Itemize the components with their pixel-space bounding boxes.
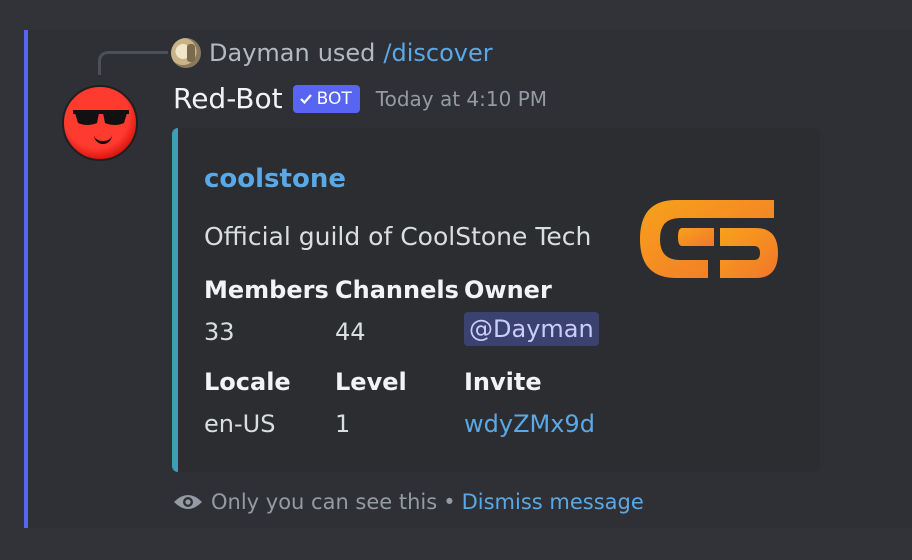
owner-mention[interactable]: @Dayman (464, 312, 599, 346)
ephemeral-notice: Only you can see this • Dismiss message (173, 490, 644, 514)
eye-icon (174, 495, 202, 509)
embed-description: Official guild of CoolStone Tech (204, 222, 592, 251)
field-level: Level 1 (335, 368, 407, 438)
server-info-embed: coolstone Official guild of CoolStone Te… (172, 128, 820, 472)
bot-avatar[interactable] (62, 85, 138, 161)
field-channels: Channels 44 (335, 276, 459, 346)
field-name: Locale (204, 368, 291, 396)
reply-username[interactable]: Dayman (209, 39, 310, 67)
chat-background (0, 0, 912, 30)
field-owner: Owner @Dayman (464, 276, 599, 346)
sunglasses-icon (73, 110, 129, 125)
reply-connector (98, 51, 168, 75)
message-header: Red-Bot BOT Today at 4:10 PM (173, 82, 547, 115)
reply-user-avatar[interactable] (171, 38, 201, 68)
field-invite: Invite wdyZMx9d (464, 368, 595, 438)
slash-command-name[interactable]: /discover (383, 39, 492, 67)
embed-title[interactable]: coolstone (204, 164, 346, 194)
field-value: en-US (204, 410, 276, 438)
invite-link[interactable]: wdyZMx9d (464, 410, 595, 438)
coolstone-logo-icon[interactable] (636, 194, 782, 284)
verified-check-icon (299, 93, 312, 104)
field-value-wrap: @Dayman (464, 312, 599, 346)
field-value: 1 (335, 410, 351, 438)
field-name: Owner (464, 276, 552, 304)
separator-dot: • (443, 490, 456, 514)
ephemeral-text: Only you can see this (211, 490, 438, 514)
avatar-smile (94, 133, 112, 144)
reply-used-text: used (317, 39, 376, 67)
dismiss-message-link[interactable]: Dismiss message (462, 490, 644, 514)
field-value: 44 (335, 318, 366, 346)
bot-badge: BOT (292, 84, 360, 113)
message-row: Dayman used /discover Red-Bot BOT Today … (24, 30, 912, 528)
author-name[interactable]: Red-Bot (173, 82, 283, 115)
field-locale: Locale en-US (204, 368, 291, 438)
message-timestamp[interactable]: Today at 4:10 PM (376, 87, 547, 111)
field-name: Channels (335, 276, 459, 304)
bot-tag-label: BOT (316, 88, 352, 109)
field-name: Level (335, 368, 407, 396)
field-name: Invite (464, 368, 542, 396)
field-value: 33 (204, 318, 235, 346)
field-members: Members 33 (204, 276, 329, 346)
command-reply-header[interactable]: Dayman used /discover (171, 37, 493, 69)
field-name: Members (204, 276, 329, 304)
